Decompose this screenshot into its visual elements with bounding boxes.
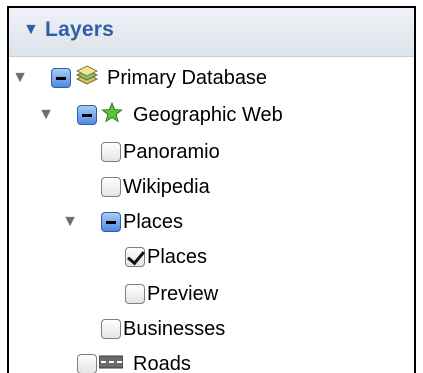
places-checkbox[interactable] — [125, 247, 145, 267]
businesses-checkbox[interactable] — [101, 319, 121, 339]
tree-item-label: Preview — [147, 282, 219, 305]
layers-header[interactable]: ▼ Layers — [9, 8, 414, 57]
tree-item-places-group[interactable]: ▼ Places — [9, 206, 183, 238]
roads-checkbox[interactable] — [77, 354, 97, 373]
layers-title[interactable]: ▼ Layers — [23, 18, 114, 42]
tree-item-label: Wikipedia — [123, 175, 210, 198]
expand-triangle-icon[interactable]: ▼ — [11, 62, 29, 94]
tree-item-label: Places — [123, 210, 184, 233]
tree-item-preview[interactable]: Preview — [9, 278, 218, 310]
tree-item-roads[interactable]: Roads — [9, 348, 191, 373]
tree-item-geographic-web[interactable]: ▼ Geographic Web — [9, 99, 283, 131]
places-group-checkbox[interactable] — [101, 212, 121, 232]
disclosure-triangle-icon[interactable]: ▼ — [23, 21, 39, 39]
tree-item-label: Panoramio — [123, 140, 220, 163]
tree-item-primary-database[interactable]: ▼ Primary Database — [9, 62, 267, 94]
layers-title-label: Layers — [45, 18, 114, 41]
star-icon — [101, 101, 123, 129]
wikipedia-checkbox[interactable] — [101, 177, 121, 197]
tree-item-businesses[interactable]: Businesses — [9, 313, 225, 345]
tree-item-label: Places — [147, 245, 208, 268]
geographic-web-checkbox[interactable] — [77, 105, 97, 125]
tree-item-panoramio[interactable]: Panoramio — [9, 136, 220, 168]
preview-checkbox[interactable] — [125, 284, 145, 304]
primary-database-checkbox[interactable] — [51, 68, 71, 88]
database-layers-icon — [75, 64, 99, 92]
tree-item-label: Businesses — [123, 317, 226, 340]
tree-item-label: Roads — [133, 352, 191, 373]
tree-item-wikipedia[interactable]: Wikipedia — [9, 171, 210, 203]
panoramio-checkbox[interactable] — [101, 142, 121, 162]
tree-item-label: Geographic Web — [133, 103, 283, 126]
tree-item-places[interactable]: Places — [9, 241, 207, 273]
layers-panel: ▼ Layers ▼ Primary Database ▼ Geographic… — [7, 6, 416, 373]
expand-triangle-icon[interactable]: ▼ — [37, 99, 55, 131]
road-icon — [98, 355, 124, 373]
expand-triangle-icon[interactable]: ▼ — [61, 206, 79, 238]
tree-item-label: Primary Database — [107, 66, 268, 89]
